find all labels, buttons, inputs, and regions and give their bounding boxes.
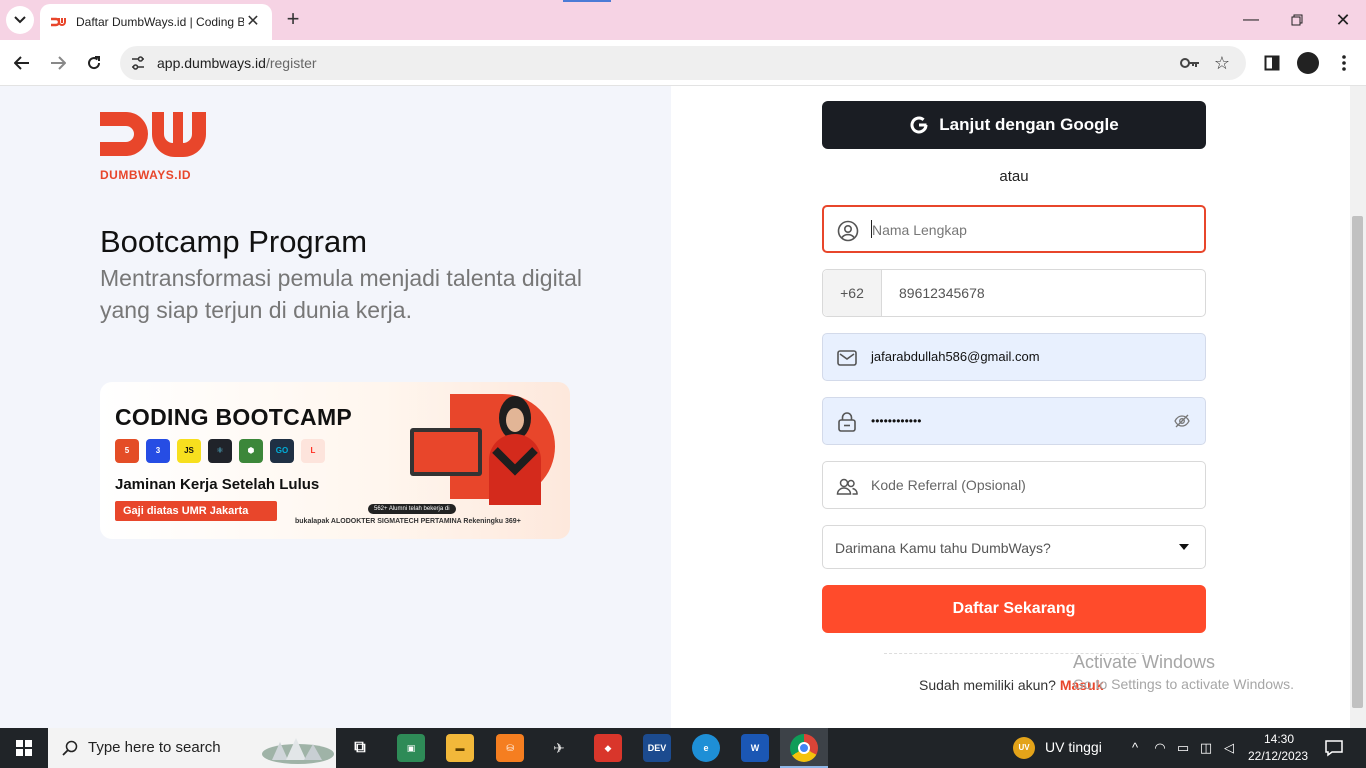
taskbar-search-input[interactable]: Type here to search xyxy=(48,728,336,768)
lock-icon xyxy=(838,412,856,432)
new-tab-button[interactable]: + xyxy=(282,8,304,30)
password-mask: •••••••••••• xyxy=(871,414,922,428)
login-prompt-text: Sudah memiliki akun? xyxy=(919,677,1056,693)
phone-input[interactable]: +62 89612345678 xyxy=(822,269,1206,317)
weather-uv-icon[interactable]: UV xyxy=(1013,737,1035,759)
word-icon[interactable]: W xyxy=(741,734,769,762)
browser-tab-bar: Daftar DumbWays.id | Coding B ✕ + — ✕ xyxy=(0,0,1366,40)
window-close-button[interactable]: ✕ xyxy=(1328,8,1358,32)
html5-icon: 5 xyxy=(115,439,139,463)
clock-time[interactable]: 14:30 xyxy=(1264,732,1294,746)
windows-taskbar: Type here to search ⧉ ▣ ▬ ⛁ ✈ ◆ DEV e W … xyxy=(0,728,1366,768)
app-icon-4[interactable]: ✈ xyxy=(545,734,573,762)
forward-arrow-icon[interactable] xyxy=(45,50,71,76)
side-panel-icon[interactable] xyxy=(1259,50,1285,76)
site-settings-icon[interactable] xyxy=(130,55,146,71)
close-tab-icon[interactable]: ✕ xyxy=(244,13,262,31)
reload-icon[interactable] xyxy=(81,50,107,76)
tab-search-chevron-icon[interactable] xyxy=(6,6,34,34)
chrome-icon[interactable] xyxy=(790,734,818,762)
windows-start-icon[interactable] xyxy=(0,728,48,768)
edge-icon[interactable]: e xyxy=(692,734,720,762)
user-circle-icon xyxy=(837,220,859,242)
meet-now-icon[interactable]: ◫ xyxy=(1198,740,1214,756)
page-title: Bootcamp Program xyxy=(100,224,368,259)
banner-tagline: Jaminan Kerja Setelah Lulus xyxy=(115,476,320,493)
scrollbar-thumb[interactable] xyxy=(1352,216,1363,708)
url-text: app.dumbways.id/register xyxy=(157,55,317,71)
source-select[interactable]: Darimana Kamu tahu DumbWays? xyxy=(822,525,1206,569)
notification-icon[interactable] xyxy=(1324,739,1344,757)
dumbways-favicon-icon xyxy=(51,17,66,27)
activate-windows-subtitle: Go to Settings to activate Windows. xyxy=(1073,676,1294,692)
banner-person-image xyxy=(489,396,541,505)
react-icon: ⚛ xyxy=(208,439,232,463)
caret-down-icon xyxy=(1179,544,1189,550)
users-icon xyxy=(836,478,858,495)
task-view-icon[interactable]: ⧉ xyxy=(346,734,374,762)
google-signin-label: Lanjut dengan Google xyxy=(939,115,1119,134)
password-key-icon[interactable] xyxy=(1180,55,1200,71)
email-input[interactable]: jafarabdullah586@gmail.com xyxy=(822,333,1206,381)
search-placeholder: Type here to search xyxy=(88,739,221,756)
mail-icon xyxy=(837,350,857,366)
bookmark-star-icon[interactable]: ☆ xyxy=(1212,53,1232,73)
phone-value: 89612345678 xyxy=(899,285,985,301)
google-g-icon xyxy=(910,116,928,134)
url-path: /register xyxy=(265,55,317,71)
referral-code-input[interactable]: Kode Referral (Opsional) xyxy=(822,461,1206,509)
eye-off-icon[interactable] xyxy=(1174,413,1190,429)
file-explorer-icon[interactable]: ▬ xyxy=(446,734,474,762)
speaker-icon[interactable]: ◁ xyxy=(1221,740,1237,756)
search-highlight-image xyxy=(262,738,334,764)
xampp-icon[interactable]: ⛁ xyxy=(496,734,524,762)
javascript-icon: JS xyxy=(177,439,201,463)
browser-toolbar: app.dumbways.id/register ☆ xyxy=(0,40,1366,86)
nodejs-icon: ⬢ xyxy=(239,439,263,463)
window-restore-button[interactable] xyxy=(1282,8,1312,32)
tab-title: Daftar DumbWays.id | Coding B xyxy=(76,15,244,29)
wifi-icon[interactable]: ◠ xyxy=(1152,740,1168,756)
profile-avatar[interactable] xyxy=(1297,52,1319,74)
address-bar[interactable]: app.dumbways.id/register ☆ xyxy=(120,46,1246,80)
url-host: app.dumbways.id xyxy=(157,55,266,71)
css3-icon: 3 xyxy=(146,439,170,463)
email-value: jafarabdullah586@gmail.com xyxy=(871,349,1040,364)
clock-date[interactable]: 22/12/2023 xyxy=(1248,749,1308,763)
search-icon xyxy=(62,740,78,756)
browser-tab-active[interactable]: Daftar DumbWays.id | Coding B ✕ xyxy=(40,4,272,40)
banner-title: CODING BOOTCAMP xyxy=(115,404,353,430)
register-submit-button[interactable]: Daftar Sekarang xyxy=(822,585,1206,633)
activate-windows-title: Activate Windows xyxy=(1073,652,1216,672)
golang-icon: GO xyxy=(270,439,294,463)
source-select-value: Darimana Kamu tahu DumbWays? xyxy=(835,540,1051,556)
phone-country-code: +62 xyxy=(823,270,882,316)
google-signin-button[interactable]: Lanjut dengan Google xyxy=(822,101,1206,149)
logo-wordmark: DUMBWAYS.ID xyxy=(100,168,192,182)
full-name-placeholder: Nama Lengkap xyxy=(872,222,967,238)
git-icon[interactable]: ◆ xyxy=(594,734,622,762)
chevron-up-icon[interactable]: ^ xyxy=(1127,740,1143,756)
banner-alumni-badge: 562+ Alumni telah bekerja di xyxy=(368,504,456,514)
referral-placeholder: Kode Referral (Opsional) xyxy=(871,477,1026,493)
or-divider-text: atau xyxy=(999,168,1029,185)
full-name-input[interactable]: Nama Lengkap xyxy=(822,205,1206,253)
banner-laptop-screen xyxy=(414,432,478,472)
back-arrow-icon[interactable] xyxy=(9,50,35,76)
password-input[interactable]: •••••••••••• xyxy=(822,397,1206,445)
devcpp-icon[interactable]: DEV xyxy=(643,734,671,762)
laravel-icon: L xyxy=(301,439,325,463)
window-minimize-button[interactable]: — xyxy=(1236,8,1266,32)
coding-bootcamp-banner[interactable]: CODING BOOTCAMP 5 3 JS ⚛ ⬢ GO L Jaminan … xyxy=(100,382,570,539)
weather-uv-text[interactable]: UV tinggi xyxy=(1045,739,1102,755)
app-icon-1[interactable]: ▣ xyxy=(397,734,425,762)
banner-salary-badge: Gaji diatas UMR Jakarta xyxy=(115,501,277,521)
page-subtitle: Mentransformasi pemula menjadi talenta d… xyxy=(100,265,582,323)
banner-partner-logos: bukalapak ALODOKTER SIGMATECH PERTAMINA … xyxy=(295,518,521,525)
tab-indicator xyxy=(563,0,611,2)
battery-icon[interactable]: ▭ xyxy=(1175,740,1191,756)
browser-menu-icon[interactable] xyxy=(1331,50,1357,76)
